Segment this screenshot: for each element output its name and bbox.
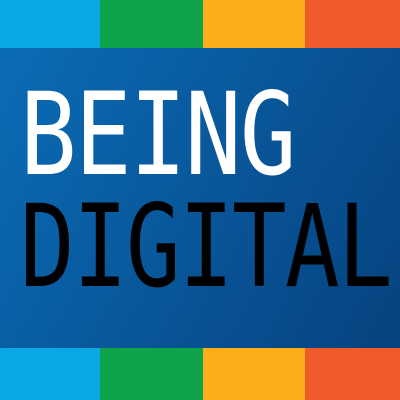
- logo-word-being: BEING: [20, 68, 296, 202]
- bottom-color-stripes: [0, 348, 400, 400]
- stripe-green: [100, 348, 203, 400]
- being-digital-logo: BEING DIGITAL: [0, 0, 400, 400]
- stripe-yellow: [203, 0, 305, 48]
- stripe-yellow: [203, 348, 305, 400]
- blue-banner: BEING DIGITAL: [0, 48, 400, 348]
- logo-word-digital: DIGITAL: [20, 180, 393, 314]
- stripe-blue: [0, 348, 100, 400]
- top-color-stripes: [0, 0, 400, 48]
- stripe-blue: [0, 0, 100, 48]
- stripe-green: [100, 0, 203, 48]
- stripe-orange: [305, 348, 400, 400]
- stripe-orange: [305, 0, 400, 48]
